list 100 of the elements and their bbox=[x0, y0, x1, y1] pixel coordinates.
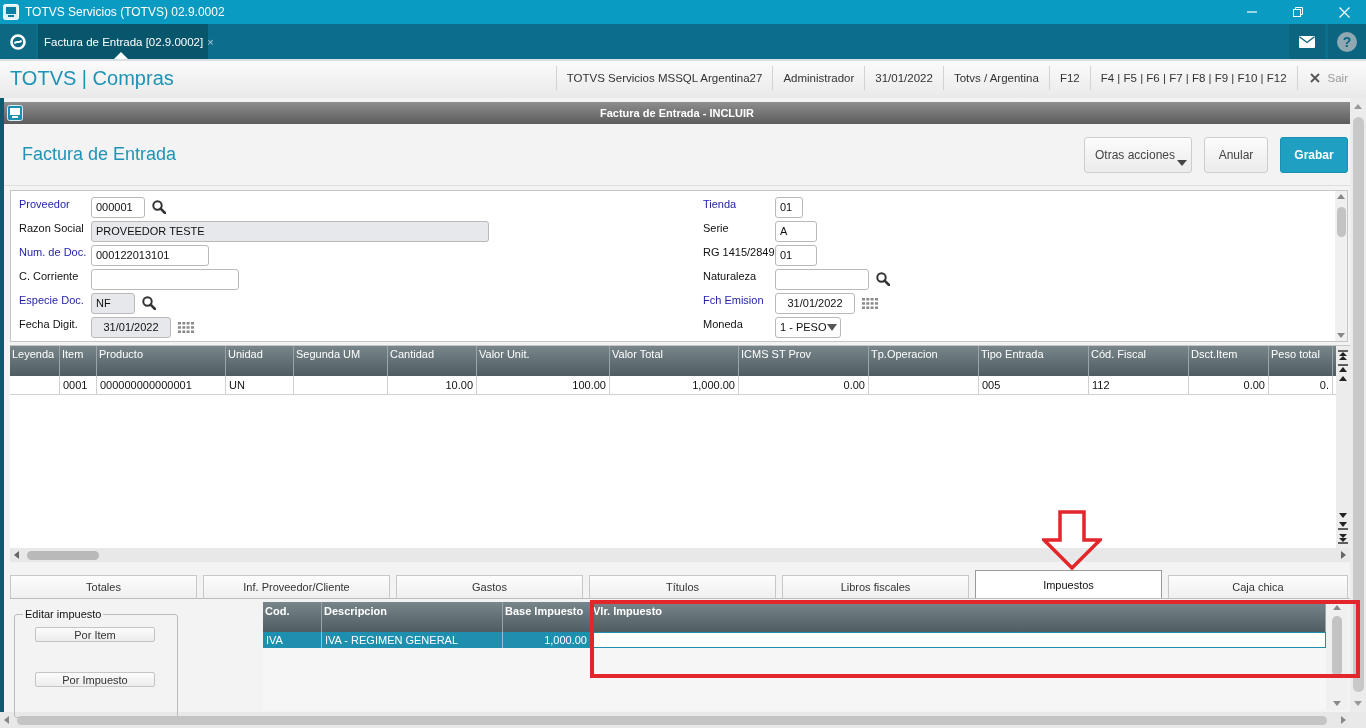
mail-button[interactable] bbox=[1289, 24, 1325, 59]
table-cell: 10.00 bbox=[388, 376, 477, 394]
cell-editor-field[interactable] bbox=[591, 632, 1326, 648]
search-icon[interactable] bbox=[142, 296, 156, 310]
home-button[interactable] bbox=[0, 24, 36, 59]
tab-label[interactable]: Factura de Entrada [02.9.0002] bbox=[44, 35, 204, 48]
input-field[interactable] bbox=[91, 268, 239, 290]
up-arrow-icon[interactable] bbox=[1338, 376, 1348, 381]
restore-icon[interactable] bbox=[1293, 7, 1303, 17]
folder-tab[interactable]: Títulos bbox=[589, 575, 776, 598]
vertical-scrollbar[interactable] bbox=[1326, 602, 1348, 710]
app-brand: TOTVS | Compras bbox=[10, 66, 174, 90]
group-title: Editar impuesto bbox=[24, 608, 103, 620]
field-label: C. Corriente bbox=[19, 269, 80, 282]
header-info: 31/01/2022 bbox=[864, 66, 943, 90]
window-icon bbox=[7, 105, 23, 121]
caret-icon bbox=[1177, 159, 1187, 166]
input-field[interactable]: 000001 bbox=[91, 196, 145, 218]
scroll-thumb[interactable] bbox=[1352, 117, 1364, 692]
scroll-thumb[interactable] bbox=[1336, 207, 1346, 237]
double-down-arrow-icon[interactable] bbox=[1338, 534, 1348, 544]
folder-tab[interactable]: Totales bbox=[10, 575, 197, 598]
scroll-down-icon[interactable] bbox=[1333, 701, 1341, 706]
edit-tax-button[interactable]: Por Impuesto bbox=[35, 672, 155, 687]
edit-tax-button[interactable]: Por Item bbox=[35, 627, 155, 642]
calendar-icon[interactable] bbox=[178, 321, 194, 333]
app-window-icon bbox=[3, 4, 19, 20]
input-field[interactable]: A bbox=[775, 220, 817, 242]
field-label: Serie bbox=[703, 221, 730, 234]
scroll-right-icon[interactable] bbox=[1341, 716, 1346, 724]
calendar-icon[interactable] bbox=[862, 297, 878, 309]
table-cell: 000000000000001 bbox=[97, 376, 226, 394]
close-tab-button[interactable]: × bbox=[207, 35, 214, 48]
field-label: Num. de Doc. bbox=[19, 245, 88, 258]
down-arrow-icon[interactable] bbox=[1338, 513, 1348, 518]
vertical-scrollbar[interactable] bbox=[1335, 191, 1347, 341]
header-info: Administrador bbox=[772, 66, 865, 90]
field-label: Fch Emision bbox=[703, 293, 765, 306]
field-label: Proveedor bbox=[19, 197, 71, 210]
scroll-up-icon[interactable] bbox=[1354, 104, 1362, 109]
table-cell: IVA - REGIMEN GENERAL bbox=[322, 632, 503, 648]
table-cell: 100.00 bbox=[477, 376, 610, 394]
close-icon bbox=[1309, 73, 1320, 83]
search-icon[interactable] bbox=[876, 272, 890, 286]
close-icon[interactable] bbox=[1339, 6, 1350, 18]
scroll-left-icon[interactable] bbox=[14, 551, 19, 559]
dialog-title: Factura de Entrada - INCLUIR bbox=[599, 107, 755, 119]
table-cell: 1,000.00 bbox=[503, 632, 591, 648]
mail-icon bbox=[1299, 35, 1315, 48]
scroll-down-icon[interactable] bbox=[1354, 701, 1362, 706]
folder-tab[interactable]: Gastos bbox=[396, 575, 583, 598]
page-heading: Factura de Entrada bbox=[22, 144, 177, 165]
more-actions-button[interactable]: Otras acciones bbox=[1084, 136, 1192, 173]
scroll-up-icon[interactable] bbox=[1333, 605, 1341, 610]
field-label: Tienda bbox=[703, 197, 738, 210]
field-label: Moneda bbox=[703, 317, 744, 330]
scroll-right-icon[interactable] bbox=[1341, 551, 1346, 559]
table-cell: IVA bbox=[263, 632, 322, 648]
ring-icon bbox=[10, 33, 26, 50]
folder-tab[interactable]: Inf. Proveedor/Cliente bbox=[203, 575, 390, 598]
table-cell: 0001 bbox=[60, 376, 97, 394]
dropdown-field[interactable]: 1 - PESO bbox=[775, 316, 841, 338]
cancel-button[interactable]: Anular bbox=[1204, 136, 1268, 173]
input-field[interactable]: 31/01/2022 bbox=[775, 292, 855, 314]
table-cell: UN bbox=[226, 376, 294, 394]
window-title: TOTVS Servicios (TOTVS) 02.9.0002 bbox=[25, 5, 225, 19]
header-info: F4 | F5 | F6 | F7 | F8 | F9 | F10 | F12 bbox=[1089, 66, 1297, 90]
field-label: Naturaleza bbox=[703, 269, 758, 282]
bar-down-arrow-icon[interactable] bbox=[1338, 522, 1348, 530]
scroll-down-icon[interactable] bbox=[1337, 333, 1345, 338]
caret-icon bbox=[827, 323, 837, 331]
folder-tab[interactable]: Impuestos bbox=[975, 570, 1162, 598]
header-info: Totvs / Argentina bbox=[942, 66, 1049, 90]
field-label: Fecha Digit. bbox=[19, 317, 79, 330]
double-up-arrow-icon[interactable] bbox=[1338, 350, 1348, 360]
table-cell: 1,000.00 bbox=[610, 376, 739, 394]
header-info: F12 bbox=[1048, 66, 1090, 90]
folder-tab[interactable]: Caja chica bbox=[1168, 575, 1348, 598]
search-icon[interactable] bbox=[152, 200, 166, 214]
horizontal-scrollbar[interactable] bbox=[10, 548, 1350, 562]
table-cell: 0.00 bbox=[739, 376, 869, 394]
scroll-thumb[interactable] bbox=[27, 550, 99, 560]
input-field[interactable]: 01 bbox=[775, 244, 817, 266]
input-field[interactable] bbox=[775, 268, 869, 290]
scroll-up-icon[interactable] bbox=[1337, 194, 1345, 199]
table-cell: 0. bbox=[1269, 376, 1333, 394]
header-info: TOTVS Servicios MSSQL Argentina27 bbox=[555, 66, 773, 90]
field-label: RG 1415/2849 bbox=[703, 245, 775, 258]
scroll-thumb[interactable] bbox=[17, 715, 1327, 725]
input-field[interactable]: 01 bbox=[775, 196, 803, 218]
field-label: Especie Doc. bbox=[19, 293, 85, 306]
input-field[interactable]: 000122013101 bbox=[91, 244, 209, 266]
folder-tab[interactable]: Libros fiscales bbox=[782, 575, 969, 598]
table-cell: 112 bbox=[1089, 376, 1189, 394]
table-cell: 0.00 bbox=[1189, 376, 1269, 394]
scroll-thumb[interactable] bbox=[1332, 616, 1342, 676]
field-label: Razon Social bbox=[19, 221, 85, 234]
table-cell: 005 bbox=[979, 376, 1089, 394]
scroll-left-icon[interactable] bbox=[4, 716, 9, 724]
bar-up-arrow-icon[interactable] bbox=[1338, 364, 1348, 372]
